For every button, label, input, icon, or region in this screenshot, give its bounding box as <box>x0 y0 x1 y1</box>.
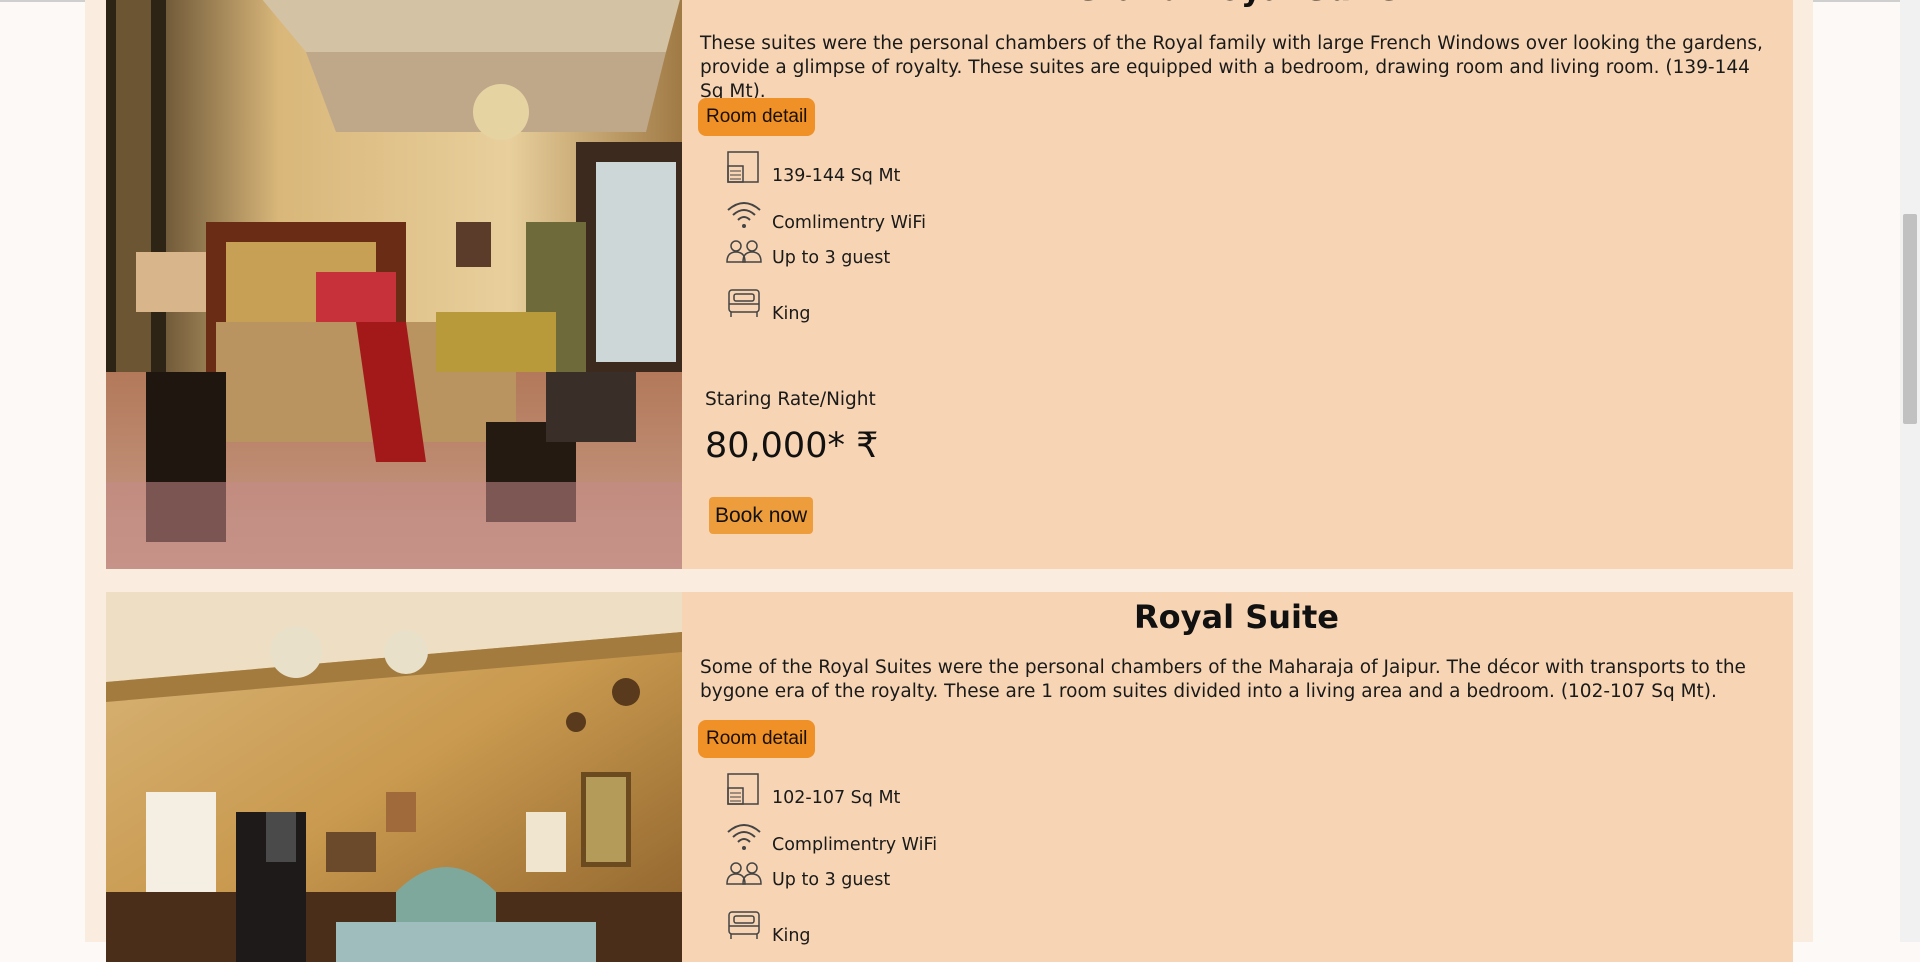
room-photo-image <box>106 0 682 569</box>
feature-label: Up to 3 guest <box>772 870 891 890</box>
feature-label: King <box>772 304 811 324</box>
room-title: Grand Royal Suite <box>700 0 1773 10</box>
feature-label: Comlimentry WiFi <box>772 213 927 233</box>
vertical-scrollbar[interactable] <box>1900 0 1920 942</box>
feature-wifi: Comlimentry WiFi <box>726 198 1126 238</box>
feature-area: 102-107 Sq Mt <box>726 772 1126 812</box>
room-description: Some of the Royal Suites were the person… <box>700 657 1746 702</box>
wifi-icon <box>727 202 761 228</box>
feature-wifi: Complimentry WiFi <box>726 820 1126 860</box>
scrollbar-thumb[interactable] <box>1903 214 1917 424</box>
rate-label: Staring Rate/Night <box>705 389 876 410</box>
room-description: These suites were the personal chambers … <box>700 33 1763 102</box>
room-card-royal-suite: Royal Suite Some of the Royal Suites wer… <box>106 592 1793 962</box>
feature-bed: King <box>726 286 1126 326</box>
room-photo <box>106 592 682 962</box>
room-area-icon <box>727 151 759 183</box>
feature-area: 139-144 Sq Mt <box>726 150 1126 190</box>
feature-guests: Up to 3 guest <box>726 862 1126 902</box>
room-title: Royal Suite <box>1134 598 1339 636</box>
rate-value: 80,000* ₹ <box>705 426 879 466</box>
book-now-button[interactable]: Book now <box>709 497 814 534</box>
room-photo <box>106 0 682 569</box>
bed-icon <box>728 911 760 939</box>
feature-label: 139-144 Sq Mt <box>772 166 901 186</box>
feature-bed: King <box>726 908 1126 948</box>
room-detail-button[interactable]: Room detail <box>698 720 816 758</box>
bed-icon <box>728 289 760 317</box>
feature-label: 102-107 Sq Mt <box>772 788 901 808</box>
feature-label: Complimentry WiFi <box>772 835 938 855</box>
guests-icon <box>726 862 762 885</box>
room-detail-button[interactable]: Room detail <box>698 98 816 136</box>
wifi-icon <box>727 824 761 850</box>
room-photo-image <box>106 592 682 962</box>
feature-guests: Up to 3 guest <box>726 240 1126 280</box>
feature-label: Up to 3 guest <box>772 248 891 268</box>
guests-icon <box>726 240 762 263</box>
room-area-icon <box>727 773 759 805</box>
room-card-grand-royal-suite: Grand Royal Suite These suites were the … <box>106 0 1793 569</box>
feature-label: King <box>772 926 811 946</box>
